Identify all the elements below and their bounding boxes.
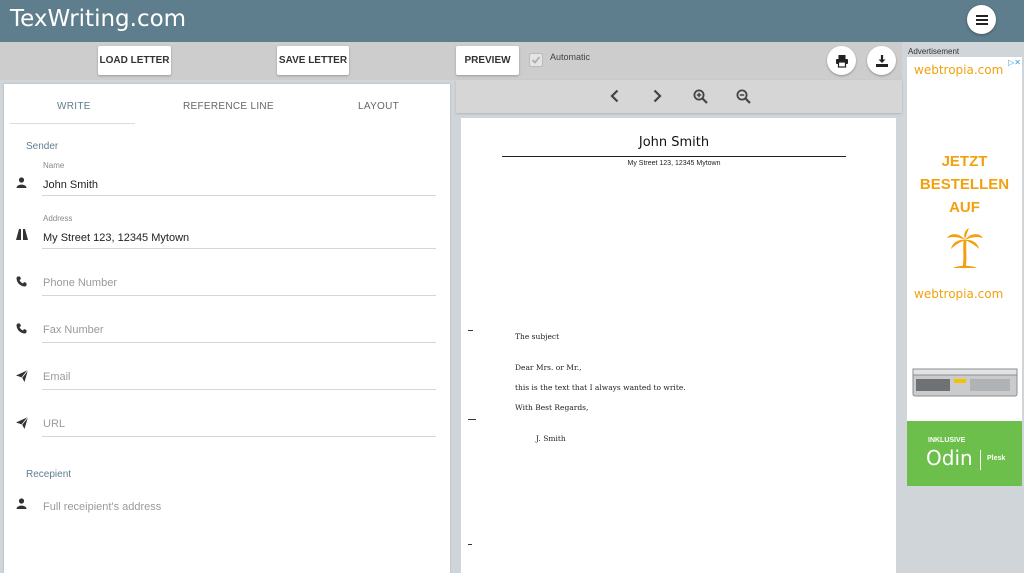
download-icon (875, 54, 888, 67)
letter-signature: J. Smith (536, 434, 566, 443)
zoom-out-icon (736, 89, 751, 104)
zoom-in-button[interactable] (690, 86, 710, 106)
automatic-label: Automatic (550, 52, 591, 62)
fold-mark (468, 544, 472, 545)
webtropia-logo: webtropia.com (914, 287, 1004, 301)
automatic-checkbox[interactable] (529, 53, 543, 67)
phone-icon (15, 275, 28, 288)
letter-greeting: Dear Mrs. or Mr., (515, 363, 582, 372)
menu-button[interactable] (967, 5, 996, 34)
server-icon (912, 368, 1018, 397)
download-button[interactable] (867, 46, 896, 75)
tab-divider (10, 123, 135, 124)
print-button[interactable] (827, 46, 856, 75)
address-underline (42, 248, 436, 249)
person-icon (15, 176, 28, 189)
address-label: Address (43, 214, 73, 223)
ad-promo-line: JETZT (941, 153, 988, 170)
plesk-logo: Plesk (987, 455, 1006, 462)
letter-closing: With Best Regards, (515, 403, 589, 412)
name-underline (42, 195, 436, 196)
fax-input[interactable]: Fax Number (43, 324, 104, 336)
fold-mark (468, 330, 473, 331)
preview-navigation-bar (456, 80, 902, 113)
letter-subject: The subject (515, 332, 560, 341)
letter-sender-name: John Smith (638, 135, 710, 150)
sender-section-title: Sender (26, 141, 59, 152)
previous-page-button[interactable] (605, 86, 625, 106)
odin-logo: Odin (926, 446, 973, 470)
letter-sender-address: My Street 123, 12345 Mytown (627, 160, 721, 167)
palm-tree-icon (947, 228, 983, 269)
print-icon (835, 54, 848, 68)
phone-icon (15, 322, 28, 335)
ad-divider (980, 450, 981, 470)
name-input[interactable]: John Smith (43, 179, 98, 191)
tab-write[interactable]: WRITE (57, 101, 91, 112)
preview-button[interactable]: PREVIEW (456, 46, 519, 75)
fax-underline (42, 342, 436, 343)
person-icon (15, 497, 28, 510)
zoom-out-button[interactable] (733, 86, 753, 106)
letter-header-rule (502, 156, 846, 157)
phone-underline (42, 295, 436, 296)
recipient-section-title: Recepient (26, 469, 72, 480)
ad-inklusive-text: INKLUSIVE (928, 437, 966, 444)
ad-promo-line: BESTELLEN (919, 176, 1010, 193)
name-label: Name (43, 161, 65, 170)
email-input[interactable]: Email (43, 371, 71, 383)
recipient-address-input[interactable]: Full receipient's address (43, 501, 161, 513)
chevron-left-icon (610, 89, 619, 103)
email-underline (42, 389, 436, 390)
letter-body: this is the text that I always wanted to… (515, 383, 686, 392)
tab-layout[interactable]: LAYOUT (358, 101, 399, 112)
check-icon (531, 56, 541, 64)
letter-preview-page (461, 118, 896, 573)
fold-mark (468, 419, 476, 420)
app-header: TexWriting.com (0, 0, 1024, 42)
adchoices-icon[interactable]: ▷✕ (1001, 58, 1021, 67)
phone-input[interactable]: Phone Number (43, 277, 117, 289)
url-underline (42, 436, 436, 437)
address-input[interactable]: My Street 123, 12345 Mytown (43, 232, 189, 244)
tab-reference-line[interactable]: REFERENCE LINE (183, 101, 274, 112)
save-letter-button[interactable]: SAVE LETTER (277, 46, 349, 75)
zoom-in-icon (693, 89, 708, 104)
app-title[interactable]: TexWriting.com (10, 6, 186, 32)
chevron-right-icon (653, 89, 662, 103)
road-icon (15, 228, 28, 241)
advertisement-label: Advertisement (908, 47, 960, 56)
url-input[interactable]: URL (43, 418, 65, 430)
ad-promo-line: AUF (949, 199, 980, 216)
paper-plane-icon (15, 416, 28, 429)
webtropia-logo: webtropia.com (914, 63, 1004, 77)
hamburger-icon (975, 14, 988, 25)
paper-plane-icon (15, 369, 28, 382)
next-page-button[interactable] (647, 86, 667, 106)
load-letter-button[interactable]: LOAD LETTER (98, 46, 171, 75)
